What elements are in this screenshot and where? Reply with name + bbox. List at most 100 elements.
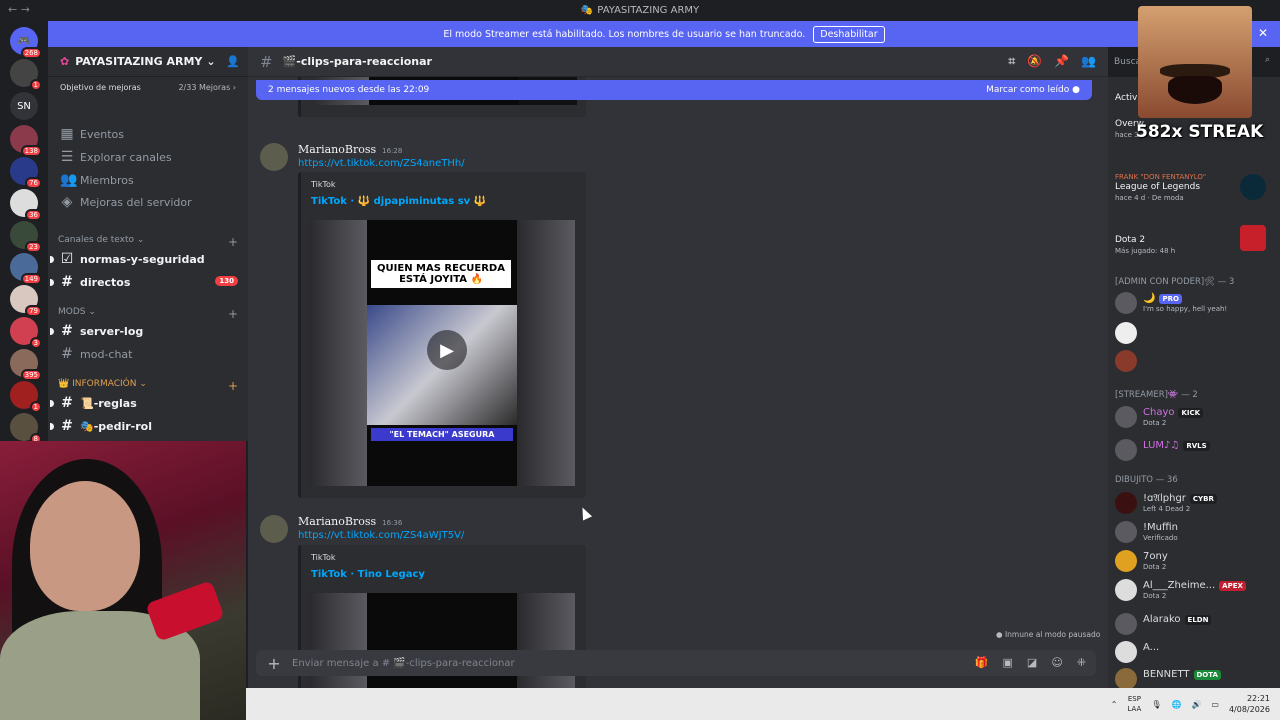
guild-item[interactable]: 149 [10,253,42,285]
member-item[interactable]: Chayo KICK Dota 2 [1115,404,1275,432]
new-messages-bar[interactable]: 2 mensajes nuevos desde las 22:09 Marcar… [256,80,1092,100]
member-status: Verificado [1143,534,1178,542]
member-item[interactable]: Alarako ELDN [1115,611,1275,639]
guild-item[interactable]: 8 [10,413,42,445]
guild-item[interactable]: 138 [10,125,42,157]
guild-badge: 268 [20,47,42,59]
category-info[interactable]: 👑 INFORMACIÓN ⌄ + [58,379,242,393]
message-link[interactable]: https://vt.tiktok.com/ZS4aneTHh/ [298,158,465,169]
channel-mod-chat[interactable]: # mod-chat [56,344,240,364]
attach-plus-icon[interactable]: + [256,654,292,673]
gif-icon[interactable]: ▣ [1003,656,1013,669]
member-item[interactable]: 7ony Dota 2 [1115,548,1275,576]
sidebar-item-events[interactable]: ▦ Eventos [56,124,240,144]
plus-icon[interactable]: + [228,307,242,321]
member-name: LUM♪♫ [1143,440,1180,451]
channel-directos[interactable]: # directos 130 [50,272,240,292]
member-item[interactable]: A... [1115,639,1275,667]
guild-item[interactable]: 1 [10,381,42,413]
disable-button[interactable]: Deshabilitar [813,25,885,43]
member-group-title: [ADMIN CON PODER]🛠 — 3 [1115,277,1235,287]
mute-icon[interactable]: 🔕 [1027,54,1042,69]
member-item[interactable]: BENNETT DOTA [1115,666,1275,688]
activity-card[interactable]: Dota 2 Más jugado: 48 h [1115,235,1175,255]
search-icon: ⌕ [1264,55,1270,65]
avatar [1115,406,1137,428]
plus-icon[interactable]: + [228,379,242,393]
play-icon[interactable]: ▶ [427,330,467,370]
window-title: PAYASITAZING ARMY [597,5,700,16]
boost-goal[interactable]: Objetivo de mejoras 2/33 Mejoras › [48,77,248,97]
gift-icon[interactable]: 🎁 [975,656,989,669]
channel-normas[interactable]: ☑ normas-y-seguridad [50,249,240,269]
member-item[interactable]: 🌙 PRO I'm so happy, hell yeah! [1115,290,1275,318]
network-icon[interactable]: 🌐 [1171,700,1181,709]
embed-title[interactable]: TikTok · Tino Legacy [311,569,425,580]
member-name: Chayo [1143,407,1175,418]
member-name: Al___Zheime... [1143,580,1216,591]
emoji-icon[interactable]: ☺ [1051,656,1062,669]
guild-badge: 23 [25,241,42,253]
add-user-icon[interactable]: 👤 [226,55,240,68]
channel-server-log[interactable]: # server-log [50,321,240,341]
threads-icon[interactable]: ⌗ [1008,54,1015,69]
sidebar-item-members[interactable]: 👥 Miembros [56,170,240,190]
message-author[interactable]: MarianoBross 16:28 [298,143,402,156]
member-group-title: DIBUJITO — 36 [1115,475,1178,485]
member-item[interactable] [1115,348,1275,376]
member-list-icon[interactable]: 👥 [1081,54,1096,69]
category-mods[interactable]: MODS ⌄ + [58,307,242,321]
avatar[interactable] [260,515,288,543]
guild-item[interactable]: 36 [10,189,42,221]
pin-icon[interactable]: 📌 [1054,54,1069,69]
guild-home[interactable]: 🎮 268 [10,27,42,59]
member-tag: KICK [1178,408,1204,418]
sidebar-item-browse[interactable]: ☰ Explorar canales [56,147,240,167]
microphone-icon[interactable]: 🎙 [1151,700,1161,709]
guild-item[interactable]: 1 [10,59,42,91]
embed-title[interactable]: TikTok · 🔱 djpapiminutas sv 🔱 [311,196,486,207]
embed-provider: TikTok [311,553,336,562]
battery-icon[interactable]: ▭ [1211,700,1219,709]
message-link[interactable]: https://vt.tiktok.com/ZS4aWJT5V/ [298,530,464,541]
avatar[interactable] [260,143,288,171]
sticker-icon[interactable]: ◪ [1027,656,1037,669]
activity-card[interactable]: FRANK "DON FENTANYLO" League of Legends ha… [1115,172,1206,202]
guild-item[interactable]: 79 [10,285,42,317]
channel-label: mod-chat [80,347,133,361]
plus-icon[interactable]: + [228,235,242,249]
member-tag: DOTA [1193,670,1221,680]
server-header[interactable]: ✿ PAYASITAZING ARMY ⌄ 👤 [48,47,248,77]
streak-text: 582x STREAK [1136,122,1264,142]
chevron-up-icon[interactable]: ⌃ [1111,700,1118,709]
guild-list: 🎮 268 1 SN 138 76 36 23 149 79 3 395 1 8 [0,21,48,445]
guild-item[interactable]: 3 [10,317,42,349]
close-icon[interactable]: ✕ [1258,26,1268,40]
member-item[interactable] [1115,320,1275,348]
video-player[interactable]: QUIEN MAS RECUERDA ESTÁ JOYITA 🔥 "EL TEM… [309,220,575,486]
message-author[interactable]: MarianoBross 16:36 [298,515,402,528]
language-indicator[interactable]: ESP LAA [1127,694,1141,714]
guild-item[interactable]: 23 [10,221,42,253]
guild-item[interactable]: SN [10,92,38,120]
avatar [1115,641,1137,663]
streamer-mode-banner: El modo Streamer está habilitado. Los no… [48,21,1280,47]
back-forward-arrows[interactable]: ← → [8,3,30,16]
rules-icon: ☑ [60,251,74,267]
new-messages-text: 2 mensajes nuevos desde las 22:09 [268,85,430,95]
volume-icon[interactable]: 🔊 [1191,700,1201,709]
apps-icon[interactable]: ⁜ [1077,656,1086,669]
channel-reglas[interactable]: # 📜-reglas [50,393,240,413]
guild-item[interactable]: 395 [10,349,42,381]
mark-read-button[interactable]: Marcar como leído [986,85,1069,95]
member-item[interactable]: LUM♪♫ RVLS [1115,437,1275,465]
guild-item[interactable]: 76 [10,157,42,189]
member-item[interactable]: !ɑ𝔄lphgr CYBR Left 4 Dead 2 [1115,490,1275,518]
channel-pedir-rol[interactable]: # 🎭-pedir-rol [50,416,240,436]
member-item[interactable]: Al___Zheime... APEX Dota 2 [1115,577,1275,605]
member-item[interactable]: !Muffin Verificado [1115,519,1275,547]
sidebar-item-boosts[interactable]: ◈ Mejoras del servidor [56,192,240,212]
message-composer[interactable]: + Enviar mensaje a # 🎬-clips-para-reacci… [256,650,1096,676]
clock[interactable]: 22:21 4/08/2026 [1229,693,1270,715]
category-text-channels[interactable]: Canales de texto ⌄ + [58,235,242,249]
